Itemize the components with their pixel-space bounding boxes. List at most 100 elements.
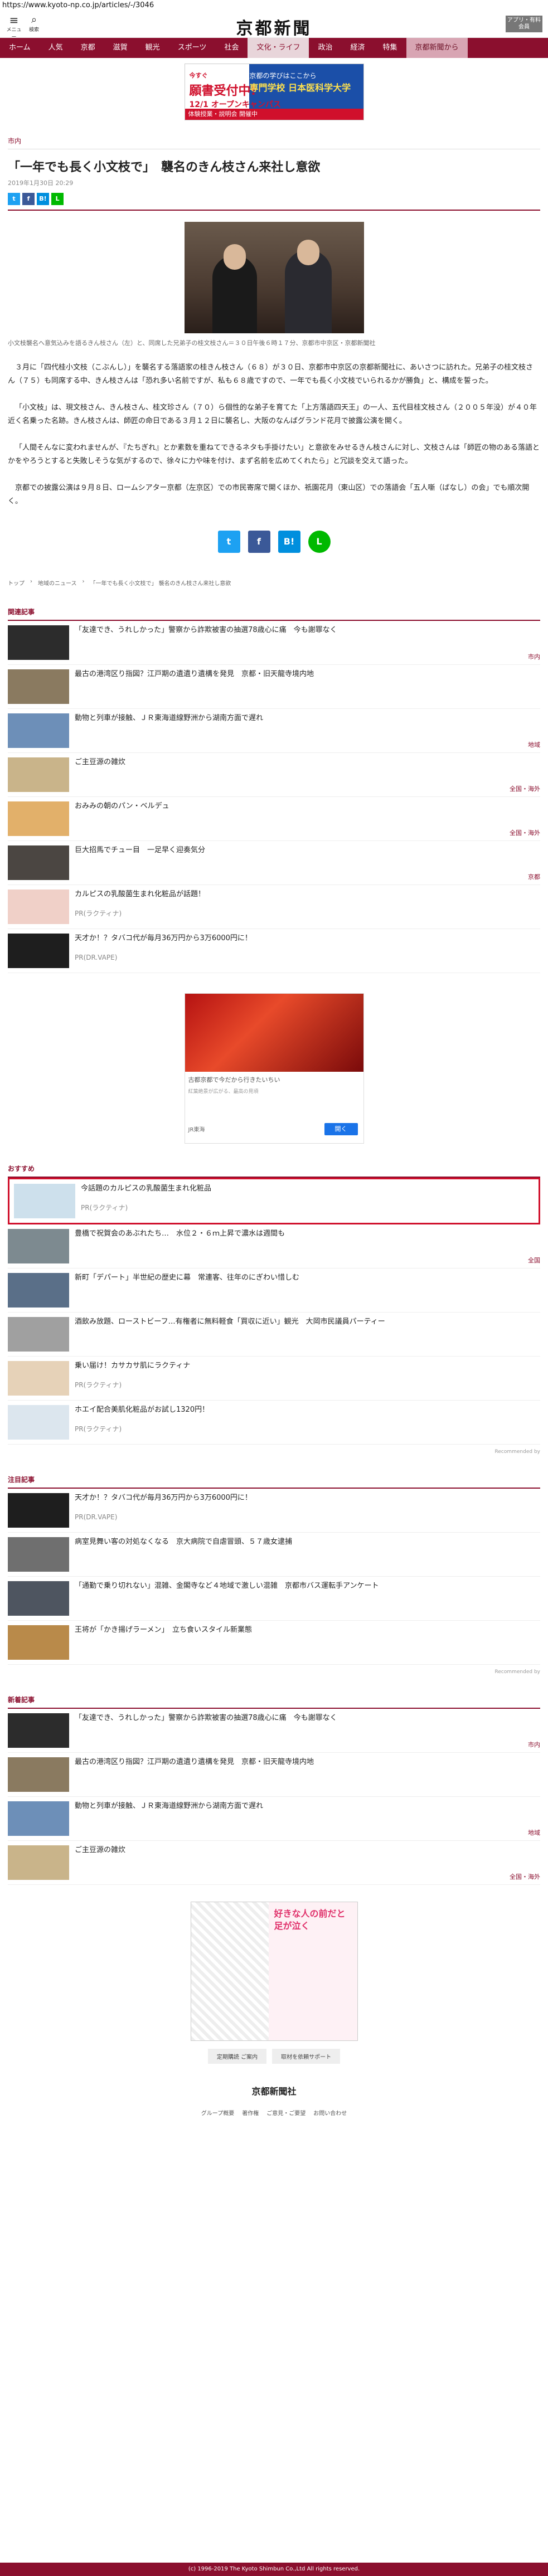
article-photo[interactable]: [184, 222, 364, 333]
nav-culture[interactable]: 文化・ライフ: [248, 38, 309, 58]
item-tag: 市内: [528, 1741, 540, 1748]
item-title: ご主豆源の雑炊: [75, 1846, 126, 1854]
twitter-icon[interactable]: t: [8, 193, 20, 205]
list-item[interactable]: 新町「デパート」半世紀の歴史に幕 常連客、往年のにぎわい惜しむ: [8, 1268, 540, 1313]
thumbnail: [8, 801, 69, 836]
facebook-icon[interactable]: f: [22, 193, 35, 205]
nav-kyoto[interactable]: 京都: [72, 38, 104, 58]
related-heading: 関連記事: [8, 607, 540, 621]
site-logo[interactable]: 京都新聞: [0, 14, 548, 39]
item-tag: 地域: [528, 1829, 540, 1836]
list-item[interactable]: 「友達でき、うれしかった」警察から詐欺被害の抽選78歳心に痛 今も謝罪なく 市内: [8, 621, 540, 665]
footer-link[interactable]: お問い合わせ: [313, 2108, 347, 2117]
subscribe-button[interactable]: 定期購読 ご案内: [207, 2049, 267, 2064]
thumbnail: [8, 713, 69, 748]
ad-right: 京都の学びはここから 専門学校 日本医科学大学: [250, 71, 359, 94]
footer-logo[interactable]: 京都新聞社: [8, 2084, 540, 2097]
line-icon[interactable]: L: [308, 531, 331, 553]
hatena-icon[interactable]: B!: [278, 531, 300, 553]
footer-link[interactable]: 著作権: [242, 2108, 259, 2117]
item-title: 酒飲み放題、ローストビーフ…有権者に無料軽食「買収に近い」観光 大岡市民議員パー…: [75, 1318, 385, 1326]
nav-shiga[interactable]: 滋賀: [104, 38, 137, 58]
photo-head-left: [223, 244, 246, 270]
list-item[interactable]: カルピスの乳酸菌生まれ化粧品が話題！ PR(ラクティナ): [8, 885, 540, 929]
item-pr: PR(ラクティナ): [75, 1381, 122, 1389]
list-item[interactable]: 「友達でき、うれしかった」警察から詐欺被害の抽選78歳心に痛 今も謝罪なく 市内: [8, 1709, 540, 1753]
item-tag: 地域: [528, 741, 540, 749]
item-title: 最古の港湾区り指図？江戸期の遺遺り遺構を発見 京都・旧天龍寺境内地: [75, 670, 314, 678]
footer-link[interactable]: ご意見・ご要望: [266, 2108, 305, 2117]
list-item[interactable]: ホエイ配合美肌化粧品がお試し1320円！ PR(ラクティナ): [8, 1401, 540, 1445]
thumbnail: [8, 1229, 69, 1263]
footer-links: グループ概要 著作権 ご意見・ご要望 お問い合わせ: [8, 2108, 540, 2117]
nav-home[interactable]: ホーム: [0, 38, 40, 58]
recommended-by[interactable]: Recommended by: [8, 1449, 540, 1455]
share-row-top: t f B! L: [8, 193, 540, 205]
list-item[interactable]: 乗い届け！カサカサ肌にラクティナ PR(ラクティナ): [8, 1357, 540, 1401]
nav-sports[interactable]: スポーツ: [169, 38, 216, 58]
list-item[interactable]: 動物と列車が接触、ＪＲ東海道線野洲から湖南方面で遅れ 地域: [8, 709, 540, 753]
list-item[interactable]: 動物と列車が接触、ＪＲ東海道線野洲から湖南方面で遅れ地域: [8, 1797, 540, 1841]
list-item[interactable]: ご主豆源の雑炊 全国・海外: [8, 753, 540, 797]
facebook-icon[interactable]: f: [248, 531, 270, 553]
breadcrumb-item[interactable]: 地域のニュース: [38, 579, 77, 587]
ad-manga-left: [191, 1902, 269, 2040]
thumbnail: [8, 1581, 69, 1616]
item-title: 動物と列車が接触、ＪＲ東海道線野洲から湖南方面で遅れ: [75, 1802, 264, 1810]
list-item[interactable]: 病室見舞い客の対処なくなる 京大病院で自虐冒頭、５７歳女逮捕: [8, 1533, 540, 1577]
item-title: 「友達でき、うれしかった」警察から詐欺被害の抽選78歳心に痛 今も謝罪なく: [75, 626, 337, 634]
item-title: 今話題のカルピスの乳酸菌生まれ化粧品: [81, 1184, 212, 1193]
list-item[interactable]: おみみの朝のパン・ベルデュ 全国・海外: [8, 797, 540, 841]
thumbnail: [8, 669, 69, 704]
list-item[interactable]: 酒飲み放題、ローストビーフ…有権者に無料軽食「買収に近い」観光 大岡市民議員パー…: [8, 1313, 540, 1357]
url-bar[interactable]: https://www.kyoto-np.co.jp/articles/-/30…: [0, 0, 548, 10]
nav-economy[interactable]: 経済: [341, 38, 374, 58]
list-item[interactable]: 最古の港湾区り指図？江戸期の遺遺り遺構を発見 京都・旧天龍寺境内地: [8, 665, 540, 709]
attention-list: 天才か！？タバコ代が毎月36万円から3万6000円に！ PR(DR.VAPE) 病…: [8, 1489, 540, 1665]
list-item[interactable]: 天才か！？タバコ代が毎月36万円から3万6000円に！ PR(DR.VAPE): [8, 929, 540, 973]
thumbnail: [8, 1273, 69, 1308]
article-paragraph: 京都での披露公演は９月８日、ロームシアター京都（左京区）での市民寄席で開くほか、…: [8, 484, 530, 506]
footer-link[interactable]: グループ概要: [201, 2108, 234, 2117]
list-item[interactable]: 王将が「かき揚げラーメン」 立ち食いスタイル新業態: [8, 1621, 540, 1665]
copyright: (c) 1996-2019 The Kyoto Shimbun Co.,Ltd …: [0, 2563, 548, 2576]
thumbnail: [8, 1801, 69, 1836]
item-tag: 京都: [528, 873, 540, 881]
photo-bg: [184, 222, 364, 333]
member-button[interactable]: アプリ・有料会員: [506, 16, 542, 32]
list-item[interactable]: ご主豆源の雑炊 全国・海外: [8, 1841, 540, 1885]
photo-caption: 小文枝襲名へ意気込みを語るきん枝さん（左）と、同席した兄弟子の桂文枝さん＝３０日…: [8, 339, 376, 347]
nav-popular[interactable]: 人気: [40, 38, 72, 58]
list-item[interactable]: 最古の港湾区り指図？江戸期の遺遺り遺構を発見 京都・旧天龍寺境内地: [8, 1753, 540, 1797]
ad-open-button[interactable]: 開く: [324, 1123, 358, 1135]
breadcrumb-item[interactable]: トップ: [8, 579, 25, 587]
article-category[interactable]: 市内: [8, 136, 540, 149]
twitter-icon[interactable]: t: [217, 531, 240, 553]
nav-society[interactable]: 社会: [215, 38, 248, 58]
top-ad-banner[interactable]: 今すぐ 願書受付中! 12/1 オープンキャンパス 京都の学びはここから 専門学…: [184, 64, 364, 120]
item-title: おみみの朝のパン・ベルデュ: [75, 802, 169, 810]
recommend-list: 今話題のカルピスの乳酸菌生まれ化粧品 PR(ラクティナ) 豊橋で祝賀会のあぶれたち…: [8, 1178, 540, 1445]
list-item[interactable]: 天才か！？タバコ代が毎月36万円から3万6000円に！ PR(DR.VAPE): [8, 1489, 540, 1533]
nav-from-kyoto[interactable]: 京都新聞から: [406, 38, 468, 58]
list-item[interactable]: 巨大招馬でチュー目 一足早く迎奏気分 京都: [8, 841, 540, 885]
nav-feature[interactable]: 特集: [374, 38, 406, 58]
thumbnail: [8, 757, 69, 792]
nav-tourism[interactable]: 観光: [137, 38, 169, 58]
list-item-highlighted[interactable]: 今話題のカルピスの乳酸菌生まれ化粧品 PR(ラクティナ): [8, 1178, 540, 1224]
item-title: 豊橋で祝賀会のあぶれたち… 水位２・６ｍ上昇で濃水は週間も: [75, 1229, 285, 1238]
item-pr: PR(ラクティナ): [75, 910, 122, 917]
recommended-by[interactable]: Recommended by: [8, 1669, 540, 1675]
hatena-icon[interactable]: B!: [37, 193, 49, 205]
line-icon[interactable]: L: [51, 193, 64, 205]
mid-ad[interactable]: 古都京都で今だから行きたいちい 紅葉絶景が広がる、最高の見頃 JR東海 開く: [184, 993, 364, 1144]
list-item[interactable]: 豊橋で祝賀会のあぶれたち… 水位２・６ｍ上昇で濃水は週間も 全国: [8, 1224, 540, 1268]
nav-politics[interactable]: 政治: [309, 38, 341, 58]
support-button[interactable]: 取材を依頼サポート: [272, 2049, 341, 2064]
article-paragraph: 「小文枝」は、現文枝さん、きん枝さん、桂文珍さん（７０）ら個性的な弟子を育てた「…: [8, 404, 537, 425]
bottom-ad[interactable]: 好きな人の前だと足が泣く: [190, 1902, 358, 2041]
header: ≡ メニュー ⌕ 検索 京都新聞 アプリ・有料会員: [0, 10, 548, 40]
list-item[interactable]: 「通勤で乗り切れない」混雑、金閣寺など４地域で激しい混雑 京都市バス運転手アンケ…: [8, 1577, 540, 1621]
ad-bottom-strip: 体験授業・説明会 開催中: [185, 109, 363, 120]
article-body: ３月に「四代桂小文枝（こぶんし）」を襲名する落語家の桂きん枝さん（６８）が３０日…: [8, 361, 540, 508]
